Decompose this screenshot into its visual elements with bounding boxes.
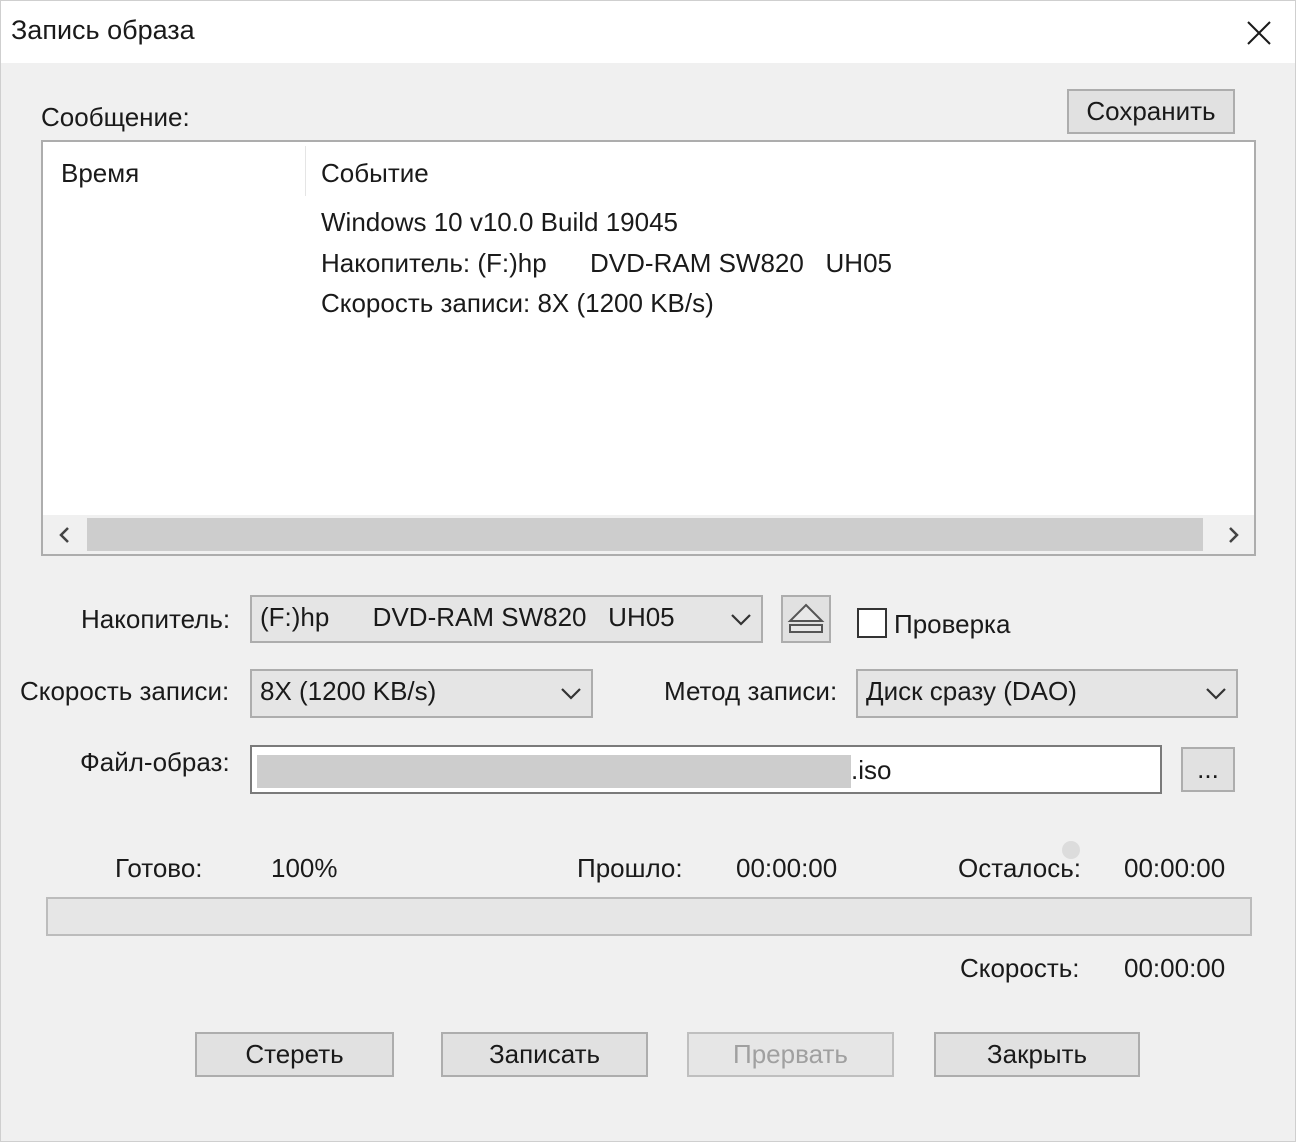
image-file-extension: .iso	[851, 755, 892, 785]
image-file-input[interactable]: .iso	[250, 745, 1162, 794]
abort-button[interactable]: Прервать	[687, 1032, 894, 1077]
progress-bar	[46, 897, 1252, 936]
image-file-label: Файл-образ:	[80, 747, 230, 777]
erase-button[interactable]: Стереть	[195, 1032, 394, 1077]
write-speed-value: 8X (1200 KB/s)	[260, 676, 437, 706]
chevron-down-icon	[1206, 688, 1226, 700]
drive-select[interactable]: (F:)hp DVD-RAM SW820 UH05	[250, 595, 763, 643]
log-label: Сообщение:	[41, 102, 190, 132]
verify-checkbox[interactable]	[857, 608, 887, 638]
remaining-value: 00:00:00	[1124, 853, 1226, 883]
column-header-event[interactable]: Событие	[321, 158, 429, 189]
title-bar: Запись образа	[1, 1, 1295, 63]
done-label: Готово:	[115, 853, 203, 883]
speed-value: 00:00:00	[1124, 953, 1226, 983]
drive-select-value: (F:)hp DVD-RAM SW820 UH05	[260, 602, 675, 632]
column-header-time[interactable]: Время	[61, 158, 139, 189]
log-list[interactable]: Время Событие Windows 10 v10.0 Build 190…	[41, 140, 1256, 556]
eject-button[interactable]	[781, 595, 831, 643]
elapsed-label: Прошло:	[577, 853, 683, 883]
drive-label: Накопитель:	[81, 604, 231, 634]
progress-fill	[48, 899, 1250, 934]
done-value: 100%	[271, 853, 338, 883]
log-event: Накопитель: (F:)hp DVD-RAM SW820 UH05	[321, 248, 892, 278]
chevron-down-icon	[561, 688, 581, 700]
write-method-label: Метод записи:	[664, 676, 838, 706]
burn-image-dialog: Запись образа Сообщение: Сохранить Время…	[0, 0, 1296, 1142]
column-separator[interactable]	[305, 146, 306, 196]
horizontal-scrollbar[interactable]	[43, 515, 1254, 554]
verify-label[interactable]: Проверка	[894, 609, 1010, 640]
write-speed-label: Скорость записи:	[20, 676, 230, 706]
close-button[interactable]: Закрыть	[934, 1032, 1140, 1077]
write-speed-select[interactable]: 8X (1200 KB/s)	[250, 669, 593, 718]
window-title: Запись образа	[11, 15, 195, 45]
speed-label: Скорость:	[960, 953, 1080, 983]
write-button[interactable]: Записать	[441, 1032, 648, 1077]
scroll-left-icon[interactable]	[45, 515, 85, 554]
scroll-right-icon[interactable]	[1213, 515, 1253, 554]
chevron-down-icon	[731, 614, 751, 626]
browse-button[interactable]: ...	[1181, 747, 1235, 792]
log-event: Windows 10 v10.0 Build 19045	[321, 207, 679, 237]
remaining-label: Осталось:	[958, 853, 1081, 883]
write-method-select[interactable]: Диск сразу (DAO)	[856, 669, 1238, 718]
save-log-button[interactable]: Сохранить	[1067, 89, 1235, 134]
elapsed-value: 00:00:00	[736, 853, 838, 883]
write-method-value: Диск сразу (DAO)	[866, 676, 1077, 706]
redacted-path	[257, 755, 851, 788]
log-event: Скорость записи: 8X (1200 KB/s)	[321, 288, 714, 318]
scrollbar-thumb[interactable]	[87, 518, 1203, 551]
close-icon[interactable]	[1239, 13, 1279, 53]
eject-icon	[787, 603, 825, 633]
